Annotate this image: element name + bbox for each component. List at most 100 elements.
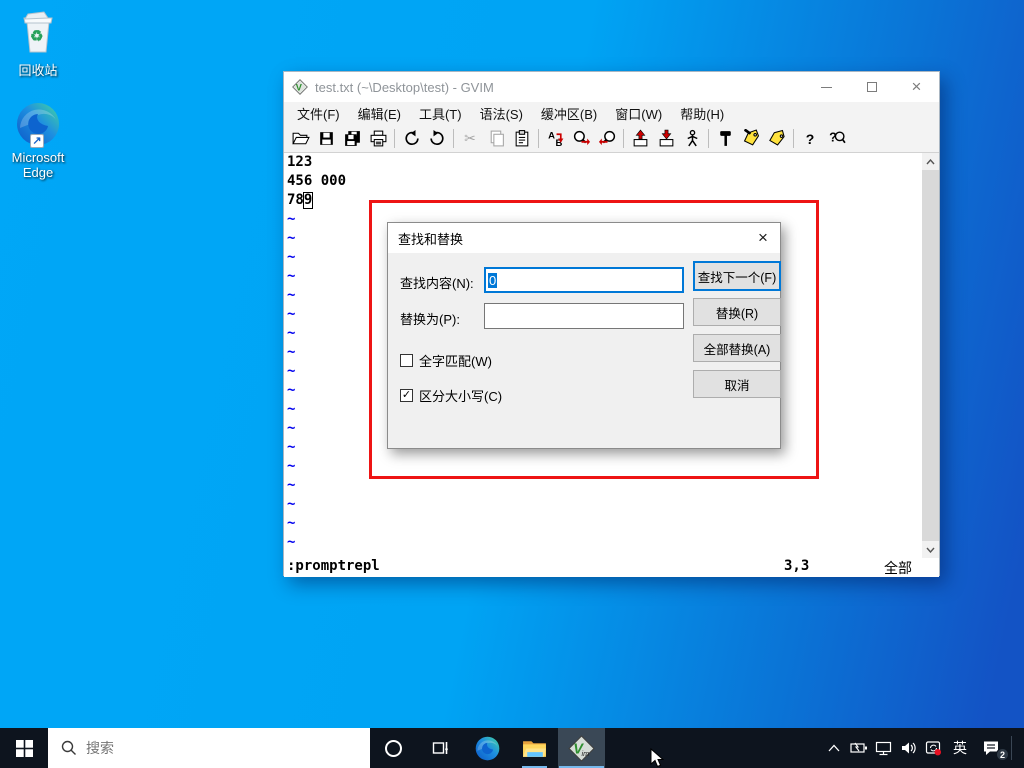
paste-icon[interactable] <box>509 127 535 151</box>
network-tray-icon[interactable] <box>871 728 896 768</box>
save-icon[interactable] <box>313 127 339 151</box>
match-case-checkbox[interactable]: ✓ 区分大小写(C) <box>400 386 502 405</box>
tilde-line: ~ <box>284 476 939 495</box>
edge-icon <box>474 735 501 762</box>
file-explorer-button[interactable] <box>511 728 558 768</box>
gvim-statusbar: :promptrepl 3,3 全部 <box>284 558 939 577</box>
run-script-icon[interactable] <box>679 127 705 151</box>
command-line-text: :promptrepl <box>287 558 380 574</box>
whole-word-label: 全字匹配(W) <box>419 351 492 370</box>
sync-icon <box>925 740 942 756</box>
vim-icon: V im <box>568 735 595 762</box>
replace-button[interactable]: 替换(R) <box>693 298 781 326</box>
save-all-icon[interactable] <box>339 127 365 151</box>
menu-help[interactable]: 帮助(H) <box>671 102 733 125</box>
menu-buffers[interactable]: 缓冲区(B) <box>532 102 606 125</box>
scroll-down-arrow[interactable] <box>922 541 939 558</box>
maximize-button[interactable] <box>849 72 894 102</box>
buffer-line-2: 456 000 <box>284 172 939 191</box>
system-tray: 英 2 <box>821 728 1024 768</box>
desktop-background: ♻ 回收站 ↗ Microsoft Edge <box>0 0 1024 768</box>
tilde-line: ~ <box>284 495 939 514</box>
find-next-icon[interactable] <box>568 127 594 151</box>
vim-cursor: 9 <box>303 192 313 209</box>
selected-text: 0 <box>488 273 497 288</box>
match-case-label: 区分大小写(C) <box>419 386 502 405</box>
whole-word-checkbox[interactable]: ✓ 全字匹配(W) <box>400 351 492 370</box>
battery-tray-icon[interactable] <box>846 728 871 768</box>
menu-tools[interactable]: 工具(T) <box>410 102 471 125</box>
cut-icon: ✂ <box>457 127 483 151</box>
toolbar-separator <box>394 129 395 148</box>
recycle-bin-desktop-icon[interactable]: ♻ 回收站 <box>0 8 76 78</box>
cancel-button[interactable]: 取消 <box>693 370 781 398</box>
menu-window[interactable]: 窗口(W) <box>606 102 671 125</box>
scroll-position: 全部 <box>884 558 912 578</box>
gvim-titlebar[interactable]: V test.txt (~\Desktop\test) - GVIM × <box>284 72 939 102</box>
sync-tray-icon[interactable] <box>921 728 946 768</box>
search-icon <box>61 740 77 756</box>
start-button[interactable] <box>0 728 48 768</box>
gvim-menubar: 文件(F) 编辑(E) 工具(T) 语法(S) 缓冲区(B) 窗口(W) 帮助(… <box>284 102 939 125</box>
edge-desktop-icon[interactable]: ↗ Microsoft Edge <box>0 100 76 180</box>
buffer-line-3: 789 <box>284 191 939 210</box>
window-close-button[interactable]: × <box>894 72 939 102</box>
menu-edit[interactable]: 编辑(E) <box>349 102 410 125</box>
dialog-close-icon[interactable]: × <box>746 223 780 253</box>
notification-center-button[interactable]: 2 <box>974 728 1008 768</box>
jump-to-tag-icon[interactable] <box>764 127 790 151</box>
svg-text:im: im <box>582 748 590 757</box>
edge-label-line1: Microsoft <box>0 150 76 165</box>
search-input[interactable] <box>86 740 326 756</box>
mouse-cursor <box>650 748 664 768</box>
replace-all-button[interactable]: 全部替换(A) <box>693 334 781 362</box>
redo-icon[interactable] <box>424 127 450 151</box>
help-icon[interactable]: ? <box>797 127 823 151</box>
toolbar-separator <box>453 129 454 148</box>
find-input[interactable]: 0 <box>484 267 684 293</box>
find-prev-icon[interactable] <box>594 127 620 151</box>
volume-tray-icon[interactable] <box>896 728 921 768</box>
toolbar-separator <box>623 129 624 148</box>
scroll-up-arrow[interactable] <box>922 153 939 170</box>
dialog-titlebar[interactable]: 查找和替换 <box>388 223 780 253</box>
checkmark-icon: ✓ <box>402 390 411 401</box>
make-icon[interactable] <box>712 127 738 151</box>
svg-text:V: V <box>296 83 303 93</box>
cursor-position: 3,3 <box>784 558 809 574</box>
menu-syntax[interactable]: 语法(S) <box>471 102 532 125</box>
undo-icon[interactable] <box>398 127 424 151</box>
print-icon[interactable] <box>365 127 391 151</box>
recycle-bin-label: 回收站 <box>0 63 76 78</box>
tilde-line: ~ <box>284 533 939 552</box>
tilde-line: ~ <box>284 457 939 476</box>
vertical-scrollbar[interactable] <box>922 153 939 558</box>
save-session-icon[interactable] <box>653 127 679 151</box>
open-file-icon[interactable] <box>287 127 313 151</box>
menu-file[interactable]: 文件(F) <box>288 102 349 125</box>
load-session-icon[interactable] <box>627 127 653 151</box>
minimize-button[interactable] <box>804 72 849 102</box>
battery-icon <box>850 742 868 754</box>
task-view-button[interactable] <box>417 728 464 768</box>
gvim-toolbar: ✂ AB <box>284 125 939 153</box>
build-tags-icon[interactable] <box>738 127 764 151</box>
replace-input[interactable] <box>484 303 684 329</box>
taskbar-divider <box>1011 736 1012 760</box>
toolbar-separator <box>708 129 709 148</box>
taskbar-search-box[interactable] <box>48 728 370 768</box>
svg-text:A: A <box>548 131 555 142</box>
edge-taskbar-button[interactable] <box>464 728 511 768</box>
tray-expand-button[interactable] <box>821 728 846 768</box>
find-replace-dialog: 查找和替换 × 查找内容(N): 0 查找下一个(F) 替换为(P): 替换(R… <box>387 222 781 449</box>
cortana-button[interactable] <box>370 728 417 768</box>
find-next-button[interactable]: 查找下一个(F) <box>693 261 781 291</box>
recycle-bin-icon: ♻ <box>14 8 62 56</box>
shortcut-arrow-icon: ↗ <box>30 134 44 148</box>
gvim-taskbar-button[interactable]: V im <box>558 728 605 768</box>
find-replace-icon[interactable]: AB <box>542 127 568 151</box>
vim-icon: V <box>292 79 308 95</box>
ime-language-indicator[interactable]: 英 <box>946 728 974 768</box>
task-view-icon <box>432 739 450 757</box>
find-help-icon[interactable]: ? <box>823 127 849 151</box>
